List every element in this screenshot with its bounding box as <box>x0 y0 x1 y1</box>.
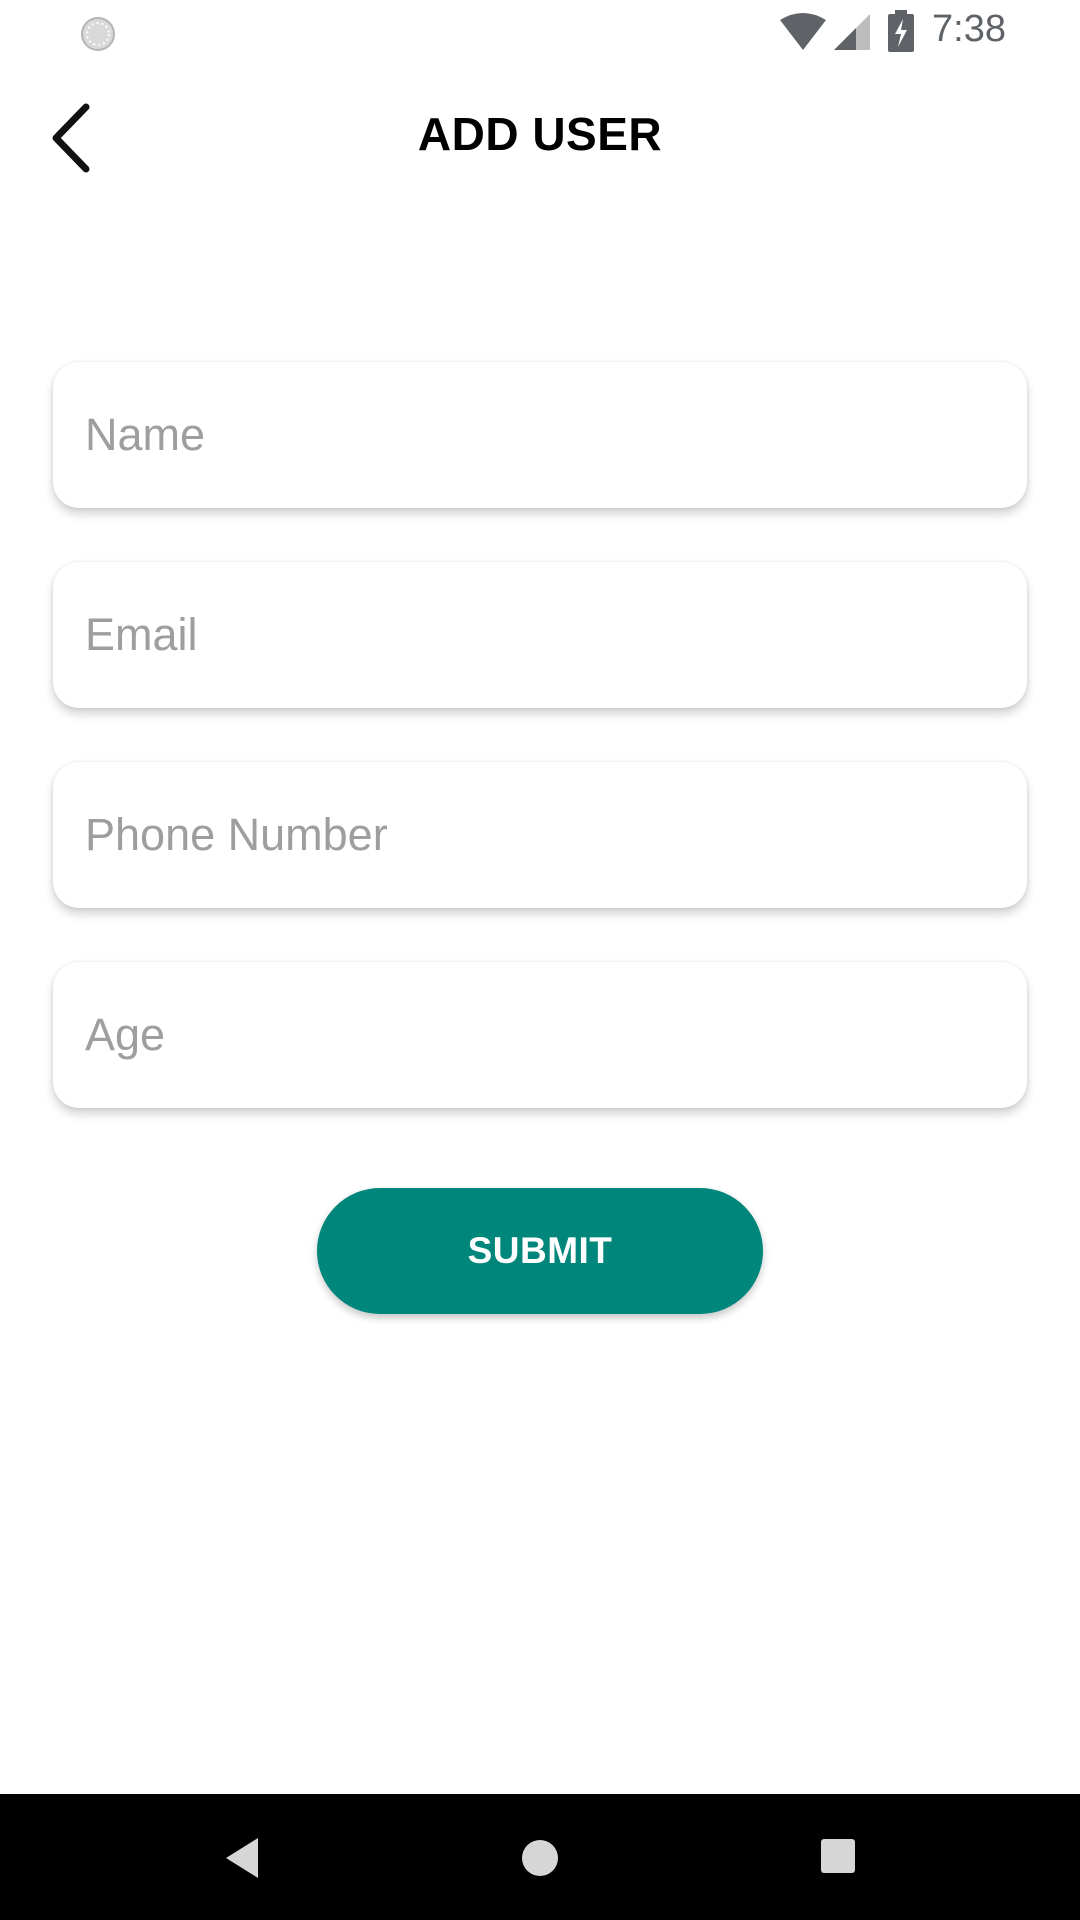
battery-charging-icon <box>888 10 914 52</box>
phone-number-input[interactable] <box>53 762 1027 908</box>
app-bar: ADD USER <box>0 63 1080 213</box>
name-input[interactable] <box>53 362 1027 508</box>
wifi-icon <box>780 13 826 50</box>
system-navigation-bar <box>0 1794 1080 1920</box>
nav-recents-icon[interactable] <box>820 1838 856 1874</box>
name-field-card <box>53 362 1027 508</box>
age-input[interactable] <box>53 962 1027 1108</box>
age-field-card <box>53 962 1027 1108</box>
submit-button[interactable]: SUBMIT <box>317 1188 763 1314</box>
add-user-form <box>53 362 1027 1162</box>
sync-circle-icon <box>81 17 115 51</box>
phone-field-card <box>53 762 1027 908</box>
email-field-card <box>53 562 1027 708</box>
cell-signal-icon <box>834 14 870 50</box>
page-title: ADD USER <box>417 108 663 160</box>
nav-back-icon[interactable] <box>222 1836 262 1880</box>
nav-home-icon[interactable] <box>520 1838 560 1878</box>
email-input[interactable] <box>53 562 1027 708</box>
status-time: 7:38 <box>932 8 1006 50</box>
add-user-screen: 7:38 ADD USER SUBMIT <box>0 0 1080 1920</box>
status-bar: 7:38 <box>0 0 1080 63</box>
